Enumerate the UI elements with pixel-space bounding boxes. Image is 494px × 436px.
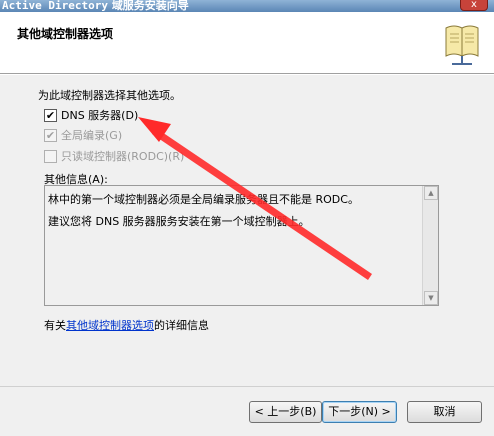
- options-prompt: 为此域控制器选择其他选项。: [38, 89, 181, 102]
- rodc-option: 只读域控制器(RODC)(R): [44, 148, 184, 164]
- dns-server-option[interactable]: ✔ DNS 服务器(D): [44, 107, 138, 123]
- rodc-label: 只读域控制器(RODC)(R): [61, 150, 185, 163]
- book-icon: [445, 25, 479, 65]
- info-text: 林中的第一个域控制器必须是全局编录服务器且不能是 RODC。 建议您将 DNS …: [48, 189, 418, 233]
- dns-server-checkbox[interactable]: ✔: [44, 108, 57, 122]
- more-info-prefix: 有关: [44, 319, 66, 332]
- dns-server-label: DNS 服务器(D): [61, 109, 139, 122]
- back-button[interactable]: < 上一步(B): [249, 401, 322, 423]
- window-title-prefix: Active Directory: [2, 0, 108, 12]
- global-catalog-label: 全局编录(G): [61, 129, 123, 142]
- more-info-suffix: 的详细信息: [154, 319, 209, 332]
- next-button[interactable]: 下一步(N) >: [322, 401, 397, 423]
- info-line: 林中的第一个域控制器必须是全局编录服务器且不能是 RODC。: [48, 193, 359, 206]
- additional-info-box[interactable]: 林中的第一个域控制器必须是全局编录服务器且不能是 RODC。 建议您将 DNS …: [44, 185, 439, 306]
- window-title-bar: Active Directory 域服务安装向导: [0, 0, 494, 12]
- scroll-down-icon[interactable]: ▼: [424, 291, 438, 305]
- wizard-footer: < 上一步(B) 下一步(N) > 取消: [0, 386, 494, 436]
- window-title-suffix: 域服务安装向导: [111, 0, 189, 12]
- page-title: 其他域控制器选项: [17, 27, 114, 41]
- close-button[interactable]: x: [460, 0, 488, 11]
- wizard-header: 其他域控制器选项: [0, 12, 494, 74]
- cancel-button[interactable]: 取消: [407, 401, 482, 423]
- wizard-body: 为此域控制器选择其他选项。 ✔ DNS 服务器(D) ✔ 全局编录(G) 只读域…: [0, 75, 494, 386]
- scroll-up-icon[interactable]: ▲: [424, 186, 438, 200]
- more-info-link[interactable]: 其他域控制器选项: [66, 319, 154, 332]
- more-info-text: 有关其他域控制器选项的详细信息: [44, 317, 209, 333]
- info-scrollbar[interactable]: ▲ ▼: [422, 186, 438, 305]
- global-catalog-checkbox: ✔: [44, 128, 57, 142]
- global-catalog-option: ✔ 全局编录(G): [44, 127, 122, 143]
- rodc-checkbox: [44, 149, 57, 163]
- close-icon: x: [471, 0, 477, 10]
- info-line: 建议您将 DNS 服务器服务安装在第一个域控制器上。: [48, 215, 310, 228]
